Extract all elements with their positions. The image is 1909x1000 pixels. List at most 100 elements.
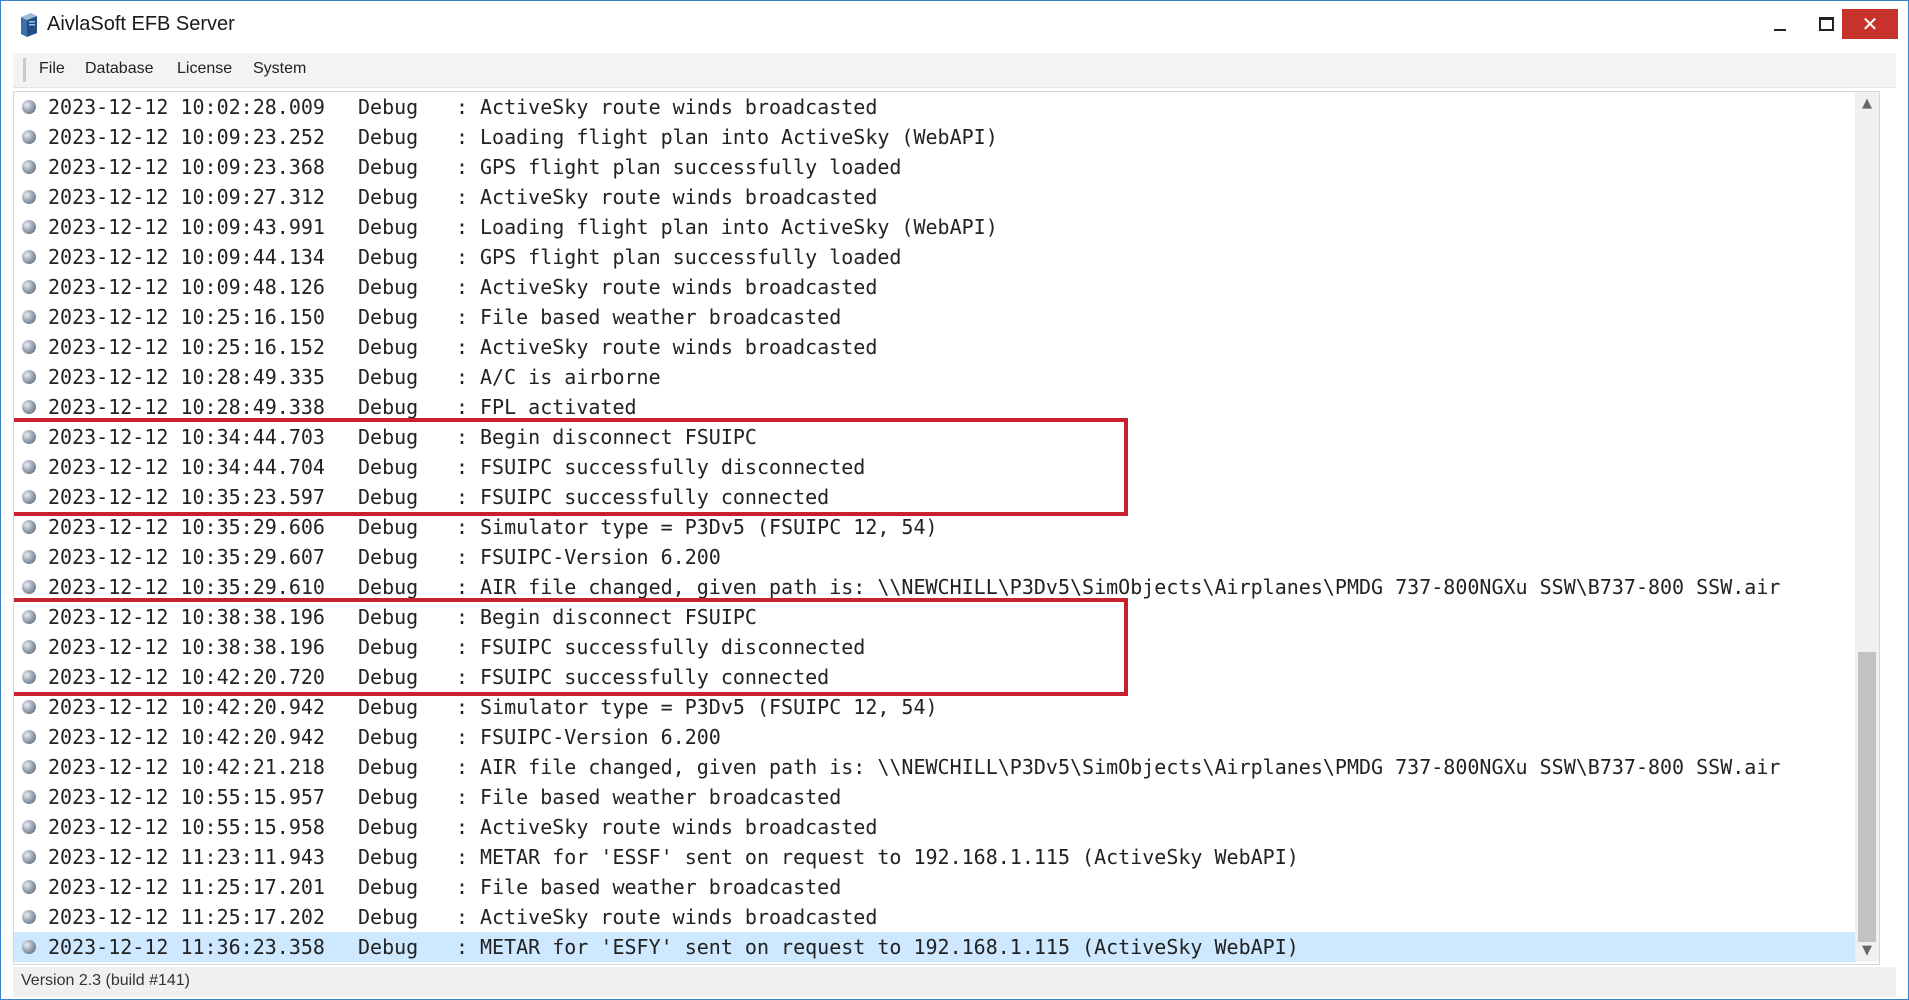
log-row[interactable]: 2023-12-12 10:42:20.942 Debug: FSUIPC-Vers… bbox=[14, 722, 1878, 752]
log-level: Debug bbox=[358, 545, 419, 569]
minimize-icon[interactable] bbox=[1758, 9, 1802, 39]
status-bullet-icon bbox=[22, 850, 36, 864]
log-timestamp: 2023-12-12 10:55:15.958 bbox=[48, 815, 325, 839]
log-row[interactable]: 2023-12-12 10:35:29.607 Debug: FSUIPC-Vers… bbox=[14, 542, 1878, 572]
log-level: Debug bbox=[358, 365, 419, 389]
log-message: ActiveSky route winds broadcasted bbox=[480, 275, 878, 299]
status-bullet-icon bbox=[22, 310, 36, 324]
log-separator: : bbox=[456, 545, 469, 569]
log-timestamp: 2023-12-12 10:02:28.009 bbox=[48, 95, 325, 119]
log-timestamp: 2023-12-12 11:23:11.943 bbox=[48, 845, 325, 869]
log-row[interactable]: 2023-12-12 10:09:23.368 Debug: GPS flight … bbox=[14, 152, 1878, 182]
log-level: Debug bbox=[358, 245, 419, 269]
log-row[interactable]: 2023-12-12 10:42:20.942 Debug: Simulator t… bbox=[14, 692, 1878, 722]
log-list[interactable]: 2023-12-12 10:02:28.009 Debug: ActiveSky r… bbox=[13, 91, 1880, 965]
log-row[interactable]: 2023-12-12 10:09:27.312 Debug: ActiveSky r… bbox=[14, 182, 1878, 212]
log-level: Debug bbox=[358, 275, 419, 299]
status-bullet-icon bbox=[22, 400, 36, 414]
log-row[interactable]: 2023-12-12 10:28:49.335 Debug: A/C is airb… bbox=[14, 362, 1878, 392]
scroll-up-icon[interactable]: ▲ bbox=[1855, 96, 1879, 111]
scroll-thumb[interactable] bbox=[1858, 652, 1876, 942]
log-level: Debug bbox=[358, 785, 419, 809]
log-level: Debug bbox=[358, 155, 419, 179]
window-title: AivlaSoft EFB Server bbox=[47, 13, 235, 35]
log-message: METAR for 'ESSF' sent on request to 192.… bbox=[480, 845, 1299, 869]
log-timestamp: 2023-12-12 10:09:27.312 bbox=[48, 185, 325, 209]
log-level: Debug bbox=[358, 905, 419, 929]
menu-file[interactable]: File bbox=[39, 60, 65, 78]
log-separator: : bbox=[456, 905, 469, 929]
log-row[interactable]: 2023-12-12 10:09:43.991 Debug: Loading fli… bbox=[14, 212, 1878, 242]
server-icon bbox=[17, 12, 41, 38]
log-timestamp: 2023-12-12 10:09:48.126 bbox=[48, 275, 325, 299]
log-timestamp: 2023-12-12 10:35:29.607 bbox=[48, 545, 325, 569]
log-message: ActiveSky route winds broadcasted bbox=[480, 335, 878, 359]
menu-bar: File Database License System bbox=[13, 53, 1896, 88]
log-message: Simulator type = P3Dv5 (FSUIPC 12, 54) bbox=[480, 695, 938, 719]
log-separator: : bbox=[456, 215, 469, 239]
log-row[interactable]: 2023-12-12 10:55:15.957 Debug: File based … bbox=[14, 782, 1878, 812]
log-timestamp: 2023-12-12 10:25:16.152 bbox=[48, 335, 325, 359]
menu-system[interactable]: System bbox=[253, 60, 306, 78]
log-separator: : bbox=[456, 125, 469, 149]
log-level: Debug bbox=[358, 305, 419, 329]
log-row[interactable]: 2023-12-12 10:09:44.134 Debug: GPS flight … bbox=[14, 242, 1878, 272]
log-separator: : bbox=[456, 305, 469, 329]
log-message: Simulator type = P3Dv5 (FSUIPC 12, 54) bbox=[480, 515, 938, 539]
status-bullet-icon bbox=[22, 100, 36, 114]
menu-grip bbox=[23, 58, 26, 82]
log-row[interactable]: 2023-12-12 10:25:16.152 Debug: ActiveSky r… bbox=[14, 332, 1878, 362]
log-separator: : bbox=[456, 245, 469, 269]
log-separator: : bbox=[456, 845, 469, 869]
close-icon[interactable]: ✕ bbox=[1842, 9, 1898, 39]
status-bullet-icon bbox=[22, 520, 36, 534]
log-level: Debug bbox=[358, 845, 419, 869]
log-message: File based weather broadcasted bbox=[480, 875, 842, 899]
log-level: Debug bbox=[358, 125, 419, 149]
scroll-down-icon[interactable]: ▼ bbox=[1855, 943, 1879, 958]
log-separator: : bbox=[456, 695, 469, 719]
log-level: Debug bbox=[358, 695, 419, 719]
log-level: Debug bbox=[358, 95, 419, 119]
log-message: ActiveSky route winds broadcasted bbox=[480, 815, 878, 839]
log-row[interactable]: 2023-12-12 11:25:17.202 Debug: ActiveSky r… bbox=[14, 902, 1878, 932]
log-separator: : bbox=[456, 755, 469, 779]
title-bar[interactable]: AivlaSoft EFB Server ✕ bbox=[1, 1, 1908, 49]
log-message: ActiveSky route winds broadcasted bbox=[480, 905, 878, 929]
log-row[interactable]: 2023-12-12 10:09:23.252 Debug: Loading fli… bbox=[14, 122, 1878, 152]
status-bullet-icon bbox=[22, 250, 36, 264]
log-message: FSUIPC-Version 6.200 bbox=[480, 545, 721, 569]
log-row[interactable]: 2023-12-12 10:02:28.009 Debug: ActiveSky r… bbox=[14, 92, 1878, 122]
vertical-scrollbar[interactable]: ▲ ▼ bbox=[1855, 92, 1879, 962]
status-bullet-icon bbox=[22, 700, 36, 714]
log-timestamp: 2023-12-12 10:09:23.368 bbox=[48, 155, 325, 179]
log-message: GPS flight plan successfully loaded bbox=[480, 245, 902, 269]
log-timestamp: 2023-12-12 10:55:15.957 bbox=[48, 785, 325, 809]
log-row[interactable]: 2023-12-12 10:55:15.958 Debug: ActiveSky r… bbox=[14, 812, 1878, 842]
status-bar: Version 2.3 (build #141) bbox=[13, 967, 1896, 997]
log-separator: : bbox=[456, 815, 469, 839]
log-level: Debug bbox=[358, 335, 419, 359]
log-row[interactable]: 2023-12-12 10:25:16.150 Debug: File based … bbox=[14, 302, 1878, 332]
menu-license[interactable]: License bbox=[177, 60, 232, 78]
log-row[interactable]: 2023-12-12 11:23:11.943 Debug: METAR for '… bbox=[14, 842, 1878, 872]
log-separator: : bbox=[456, 875, 469, 899]
status-bullet-icon bbox=[22, 580, 36, 594]
log-row[interactable]: 2023-12-12 11:25:17.201 Debug: File based … bbox=[14, 872, 1878, 902]
status-bullet-icon bbox=[22, 190, 36, 204]
log-row[interactable]: 2023-12-12 11:36:23.358 Debug: METAR for '… bbox=[14, 932, 1878, 962]
log-level: Debug bbox=[358, 515, 419, 539]
log-level: Debug bbox=[358, 935, 419, 959]
log-row[interactable]: 2023-12-12 10:35:29.606 Debug: Simulator t… bbox=[14, 512, 1878, 542]
menu-database[interactable]: Database bbox=[85, 60, 154, 78]
highlight-box bbox=[14, 598, 1128, 696]
app-window: AivlaSoft EFB Server ✕ File Database Lic… bbox=[0, 0, 1909, 1000]
log-timestamp: 2023-12-12 10:42:20.942 bbox=[48, 695, 325, 719]
log-message: ActiveSky route winds broadcasted bbox=[480, 185, 878, 209]
log-timestamp: 2023-12-12 10:35:29.606 bbox=[48, 515, 325, 539]
status-bullet-icon bbox=[22, 340, 36, 354]
log-level: Debug bbox=[358, 875, 419, 899]
log-row[interactable]: 2023-12-12 10:09:48.126 Debug: ActiveSky r… bbox=[14, 272, 1878, 302]
log-row[interactable]: 2023-12-12 10:42:21.218 Debug: AIR file ch… bbox=[14, 752, 1878, 782]
status-bullet-icon bbox=[22, 370, 36, 384]
